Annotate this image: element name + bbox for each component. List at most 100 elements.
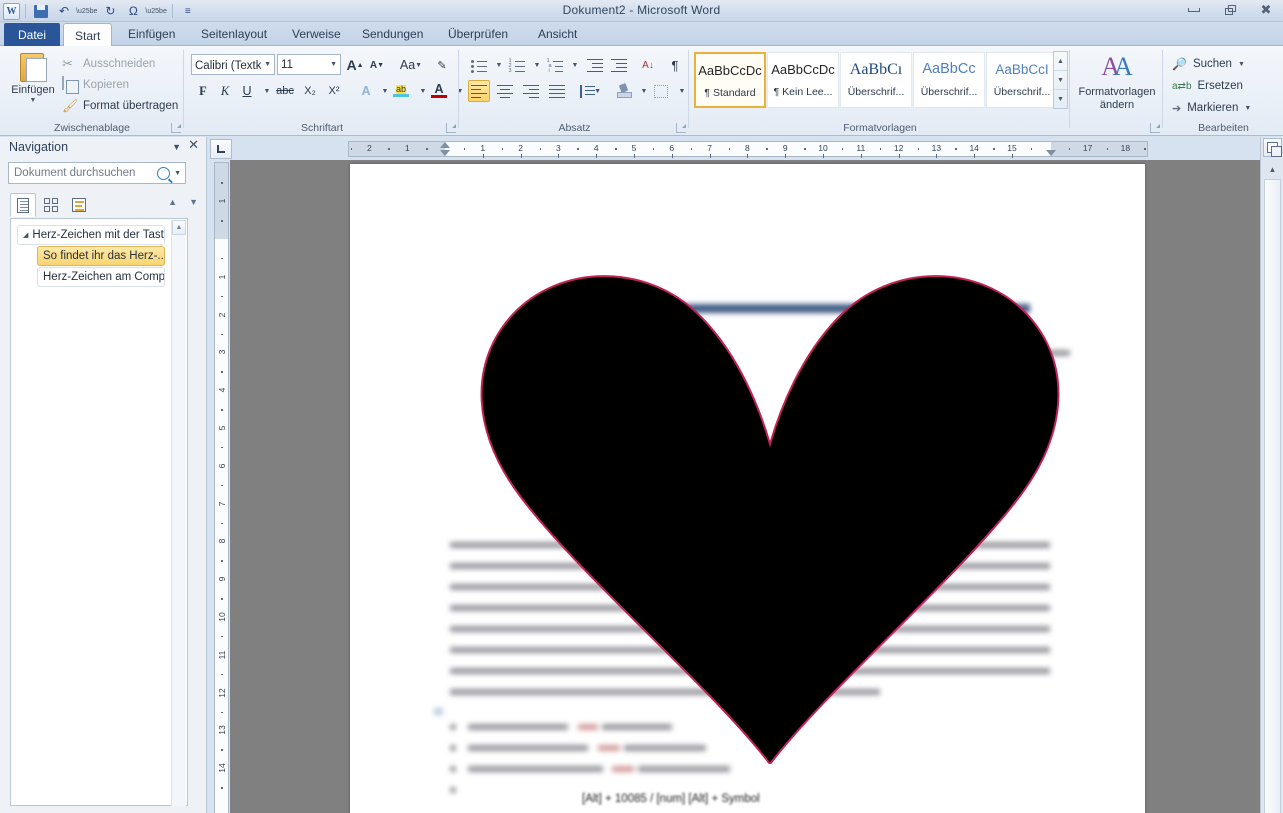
navigation-options-icon[interactable]: ▼ [172,142,181,152]
style-item-1[interactable]: AaBbCcDc ¶ Kein Lee... [767,52,839,108]
borders-button[interactable] [650,80,672,102]
scrollbar-track[interactable] [1264,179,1281,813]
navigation-heading-item[interactable]: So findet ihr das Herz-... [37,246,165,266]
ribbon-tab-ansicht[interactable]: Ansicht [527,22,588,46]
styles-scroll-down-button[interactable]: ▼ [1054,71,1067,90]
replace-button[interactable]: a⇄b Ersetzen [1172,76,1243,96]
styles-more-button[interactable]: ▼ [1054,90,1067,109]
navigation-heading-item[interactable]: Herz-Zeichen am Comp... [37,267,165,287]
navigation-heading-item[interactable]: ◢ Herz-Zeichen mit der Tast... [17,225,165,245]
search-dropdown-icon[interactable]: ▼ [174,170,181,177]
navigation-nav-buttons[interactable]: ▲ ▼ [168,197,198,207]
close-button[interactable]: ✖ [1253,1,1279,19]
font-name-input[interactable]: Calibri (Textk▸ ▼ [191,54,275,75]
copy-button[interactable]: Kopieren [62,75,129,94]
navigation-prev-icon[interactable]: ▲ [168,197,177,207]
multilevel-dropdown-icon[interactable]: ▼ [564,54,586,76]
font-dialog-launcher[interactable] [446,123,456,133]
style-item-2[interactable]: AaBbCı Überschrif... [840,52,912,108]
ribbon-tab--berpr-fen[interactable]: Überprüfen [437,22,519,46]
shading-button[interactable] [612,80,634,102]
select-dropdown-icon[interactable]: ▼ [1244,105,1251,112]
vertical-ruler[interactable]: 1 1 2 3 4 5 6 7 8 9 10 11 12 13 14 [214,162,229,813]
align-right-button[interactable] [520,80,542,102]
cut-button[interactable]: ✂ Ausschneiden [62,54,155,73]
paste-button[interactable]: Einfügen ▼ [10,50,56,104]
document-page[interactable]: [Alt] + 10085 / [num] [Alt] + Symbol [350,164,1145,813]
font-name-dropdown-icon[interactable]: ▼ [261,61,271,68]
vertical-scrollbar-area[interactable]: ▲ [1260,137,1283,813]
tab-stop-selector[interactable] [210,139,232,159]
styles-scrollbar[interactable]: ▲ ▼ ▼ [1053,51,1068,109]
hanging-indent-marker[interactable] [440,150,450,156]
ribbon-tab-einf-gen[interactable]: Einfügen [117,22,186,46]
numbering-button[interactable]: 123 [506,54,528,76]
clipboard-dialog-launcher[interactable] [171,123,181,133]
strikethrough-button[interactable]: abc [273,80,297,102]
font-size-dropdown-icon[interactable]: ▼ [327,61,337,68]
change-styles-button[interactable]: Formatvorlagen ändern [1071,86,1163,112]
change-case-button[interactable]: Aa ▼ [396,54,426,76]
navigation-tab-pages[interactable] [38,193,64,217]
navigation-next-icon[interactable]: ▼ [189,197,198,207]
vruler-dot [221,635,223,638]
ribbon-tab-seitenlayout[interactable]: Seitenlayout [190,22,278,46]
align-center-button[interactable] [494,80,516,102]
subscript-button[interactable]: X₂ [299,80,321,102]
navigation-close-icon[interactable]: ✕ [188,138,199,153]
superscript-button[interactable]: X² [323,80,345,102]
line-spacing-button[interactable]: ▼ [578,80,602,102]
ribbon-tab-bar[interactable]: Datei Start Einfügen Seitenlayout Verweise Se… [0,22,1283,47]
ribbon-tab-verweise[interactable]: Verweise [281,22,352,46]
split-window-button[interactable] [1263,138,1282,157]
align-left-button[interactable] [468,80,490,102]
grow-font-button[interactable]: A ▲ [344,54,366,76]
font-color-button[interactable]: A [428,80,450,102]
navigation-tab-results[interactable] [66,193,92,217]
font-size-input[interactable]: 11 ▼ [277,54,341,75]
find-button[interactable]: 🔎 Suchen ▼ [1172,54,1245,74]
restore-button[interactable] [1217,1,1243,19]
format-painter-button[interactable]: 🖌 Format übertragen [62,96,178,115]
style-item-3[interactable]: AaBbCc Überschrif... [913,52,985,108]
italic-button[interactable]: K [214,80,236,102]
paste-dropdown-icon[interactable]: ▼ [10,97,56,104]
highlight-button[interactable]: ab [390,80,412,102]
style-item-0[interactable]: AaBbCcDc ¶ Standard [694,52,766,108]
minimize-button[interactable] [1181,1,1207,19]
paragraph-dialog-launcher[interactable] [676,123,686,133]
first-line-indent-marker[interactable] [440,142,450,148]
multilevel-list-button[interactable]: 1ai [544,54,566,76]
styles-scroll-up-button[interactable]: ▲ [1054,52,1067,71]
style-item-4[interactable]: AaBbCcI Überschrif... [986,52,1058,108]
ribbon-tab-start[interactable]: Start [63,23,113,47]
search-icon[interactable] [157,166,171,180]
navigation-tab-headings[interactable] [10,193,36,217]
sort-button[interactable]: A↓ [636,54,660,76]
collapse-triangle-icon[interactable]: ◢ [23,231,28,239]
bullets-button[interactable] [468,54,490,76]
navigation-scrollbar[interactable]: ▲ [171,220,186,806]
find-dropdown-icon[interactable]: ▼ [1238,61,1245,68]
document-area[interactable]: [Alt] + 10085 / [num] [Alt] + Symbol [230,160,1260,813]
justify-button[interactable] [546,80,568,102]
decrease-indent-button[interactable] [584,54,606,76]
right-indent-marker[interactable] [1046,150,1056,156]
select-button[interactable]: ➔ Markieren ▼ [1172,98,1251,118]
ribbon-tab-datei[interactable]: Datei [4,23,61,46]
navigation-search-input[interactable]: Dokument durchsuchen ▼ [8,162,186,184]
show-formatting-marks-button[interactable]: ¶ [664,54,686,76]
window-controls[interactable]: ✖ [1181,1,1279,19]
underline-button[interactable]: U [236,80,258,102]
change-styles-dialog-launcher[interactable] [1150,123,1160,133]
navigation-tabs[interactable] [10,193,92,217]
bold-button[interactable]: F [192,80,214,102]
shrink-font-button[interactable]: A ▼ [366,54,388,76]
increase-indent-button[interactable] [608,54,630,76]
ribbon-tab-sendungen[interactable]: Sendungen [351,22,434,46]
scroll-up-button[interactable]: ▲ [1264,161,1281,177]
horizontal-ruler[interactable]: 2 1 1 2 3 4 5 6 7 8 9 10 11 12 13 14 15 17 18 [348,141,1148,158]
navigation-scroll-up-button[interactable]: ▲ [172,220,186,235]
heart-shape[interactable] [460,216,1080,764]
clear-formatting-button[interactable]: ✎ [430,54,454,76]
